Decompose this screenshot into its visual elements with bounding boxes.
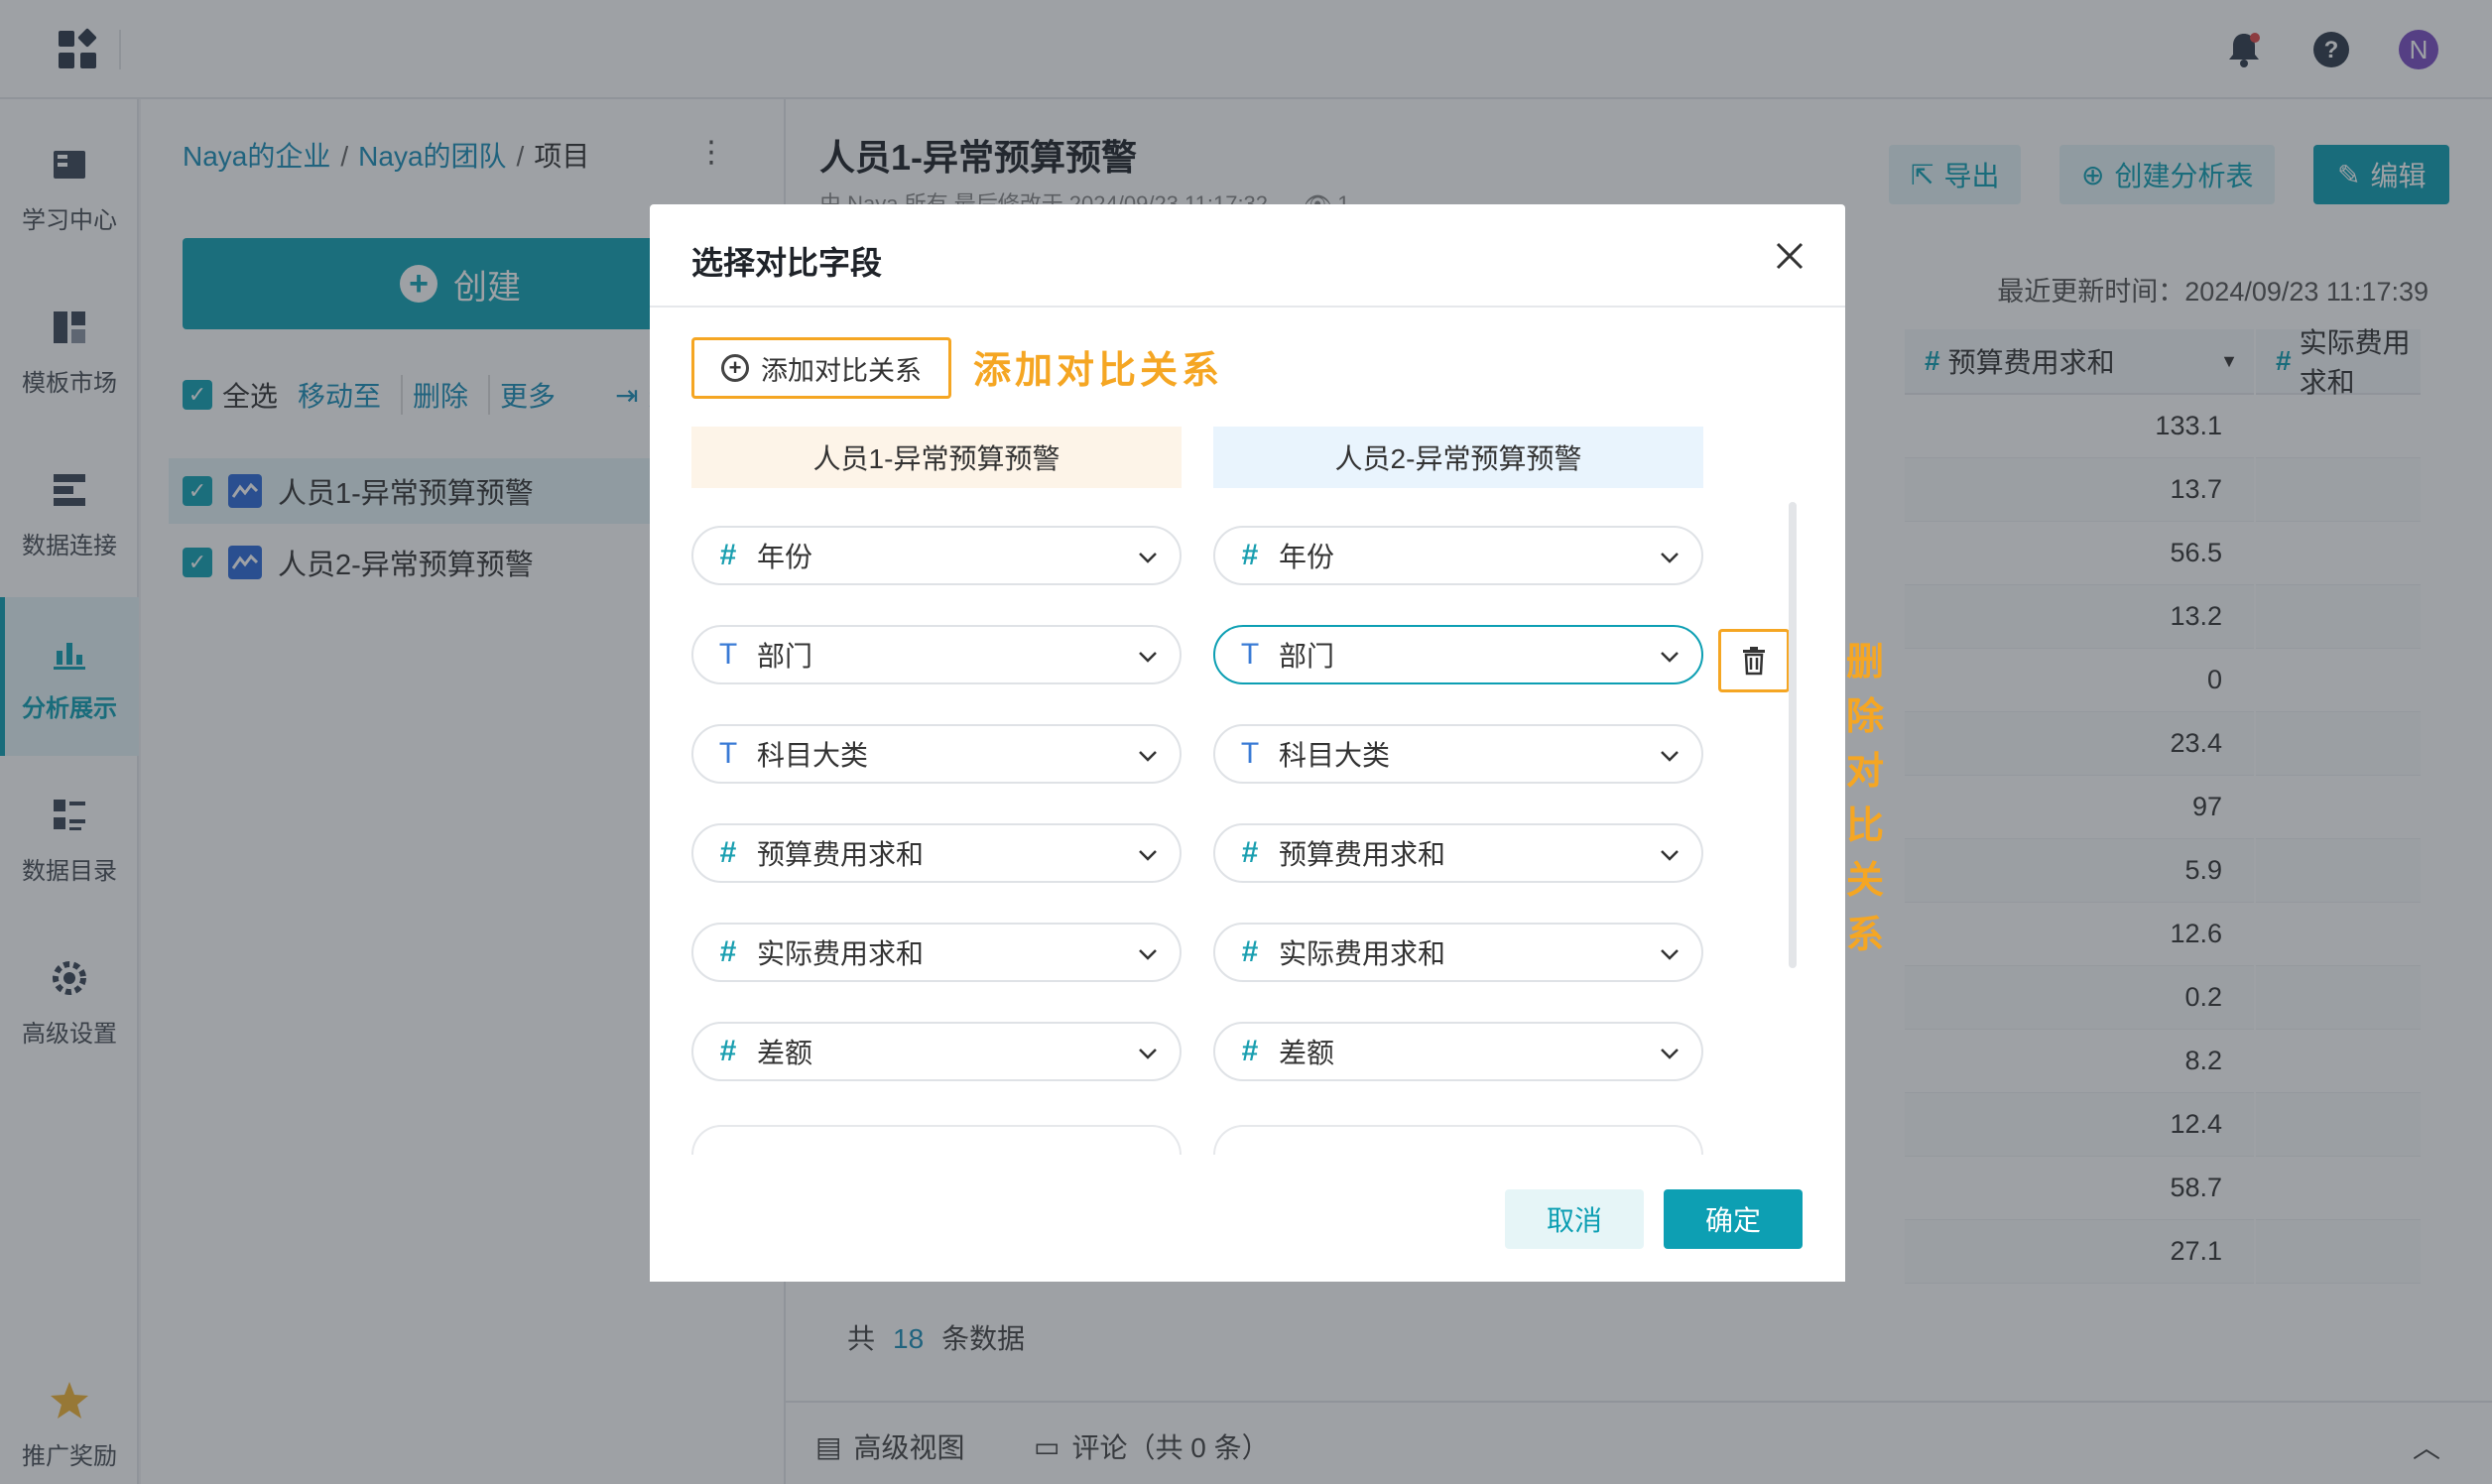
compare-field-dialog: 选择对比字段 + 添加对比关系 添加对比关系 人员1-异常预算预警 人员2-异常… <box>650 204 1884 1282</box>
field-label: 预算费用求和 <box>757 839 925 870</box>
left-field-select[interactable]: # 实际费用求和 <box>691 923 1182 982</box>
chevron-down-icon <box>1661 949 1679 960</box>
chevron-down-icon <box>1139 850 1157 861</box>
field-label: 差额 <box>1279 1038 1335 1068</box>
partial-select <box>1213 1125 1703 1155</box>
text-type-icon: T <box>1240 638 1260 671</box>
scrollbar[interactable] <box>1789 502 1797 968</box>
plus-circle-icon: + <box>721 354 749 382</box>
chevron-down-icon <box>1139 1049 1157 1059</box>
trash-icon <box>1743 647 1765 676</box>
text-type-icon: T <box>718 737 738 770</box>
chevron-down-icon <box>1661 1049 1679 1059</box>
field-label: 部门 <box>757 641 813 672</box>
number-type-icon: # <box>719 539 737 571</box>
field-label: 实际费用求和 <box>757 938 925 969</box>
field-label: 年份 <box>757 542 813 572</box>
annotation-add: 添加对比关系 <box>973 350 1224 392</box>
annotation-delete: 删除对比关系 <box>1846 642 1889 956</box>
dialog-divider <box>650 306 1845 308</box>
left-field-select[interactable]: # 年份 <box>691 526 1182 585</box>
left-table-header: 人员1-异常预算预警 <box>691 427 1182 488</box>
dialog-title: 选择对比字段 <box>691 245 883 281</box>
number-type-icon: # <box>1241 539 1259 571</box>
chevron-down-icon <box>1661 553 1679 563</box>
number-type-icon: # <box>1241 836 1259 869</box>
field-label: 部门 <box>1279 641 1335 672</box>
number-type-icon: # <box>719 1035 737 1067</box>
right-field-select[interactable]: # 实际费用求和 <box>1213 923 1703 982</box>
cancel-button[interactable]: 取消 <box>1505 1189 1644 1249</box>
field-label: 预算费用求和 <box>1279 839 1446 870</box>
field-label: 差额 <box>757 1038 813 1068</box>
number-type-icon: # <box>1241 935 1259 968</box>
field-label: 实际费用求和 <box>1279 938 1446 969</box>
delete-relation-button[interactable] <box>1718 629 1790 692</box>
chevron-down-icon <box>1139 553 1157 563</box>
left-field-select[interactable]: # 预算费用求和 <box>691 823 1182 883</box>
number-type-icon: # <box>719 836 737 869</box>
dialog-footer: 取消 确定 <box>650 1175 1845 1282</box>
chevron-down-icon <box>1139 652 1157 663</box>
right-table-header: 人员2-异常预算预警 <box>1213 427 1703 488</box>
field-label: 科目大类 <box>1279 740 1391 771</box>
field-label: 年份 <box>1279 542 1335 572</box>
chevron-down-icon <box>1661 850 1679 861</box>
partial-select <box>691 1125 1182 1155</box>
close-icon[interactable] <box>1772 238 1807 274</box>
right-field-select[interactable]: # 差额 <box>1213 1022 1703 1081</box>
right-field-select[interactable]: # 年份 <box>1213 526 1703 585</box>
add-label: 添加对比关系 <box>761 355 922 386</box>
field-label: 科目大类 <box>757 740 869 771</box>
left-field-select[interactable]: T 科目大类 <box>691 724 1182 784</box>
chevron-down-icon <box>1139 751 1157 762</box>
number-type-icon: # <box>719 935 737 968</box>
right-field-select[interactable]: T 部门 <box>1213 625 1703 684</box>
left-field-select[interactable]: # 差额 <box>691 1022 1182 1081</box>
text-type-icon: T <box>718 638 738 671</box>
chevron-down-icon <box>1661 652 1679 663</box>
add-compare-relation-button[interactable]: + 添加对比关系 <box>691 337 951 399</box>
confirm-button[interactable]: 确定 <box>1664 1189 1803 1249</box>
right-field-select[interactable]: T 科目大类 <box>1213 724 1703 784</box>
chevron-down-icon <box>1661 751 1679 762</box>
number-type-icon: # <box>1241 1035 1259 1067</box>
chevron-down-icon <box>1139 949 1157 960</box>
left-field-select[interactable]: T 部门 <box>691 625 1182 684</box>
right-field-select[interactable]: # 预算费用求和 <box>1213 823 1703 883</box>
text-type-icon: T <box>1240 737 1260 770</box>
